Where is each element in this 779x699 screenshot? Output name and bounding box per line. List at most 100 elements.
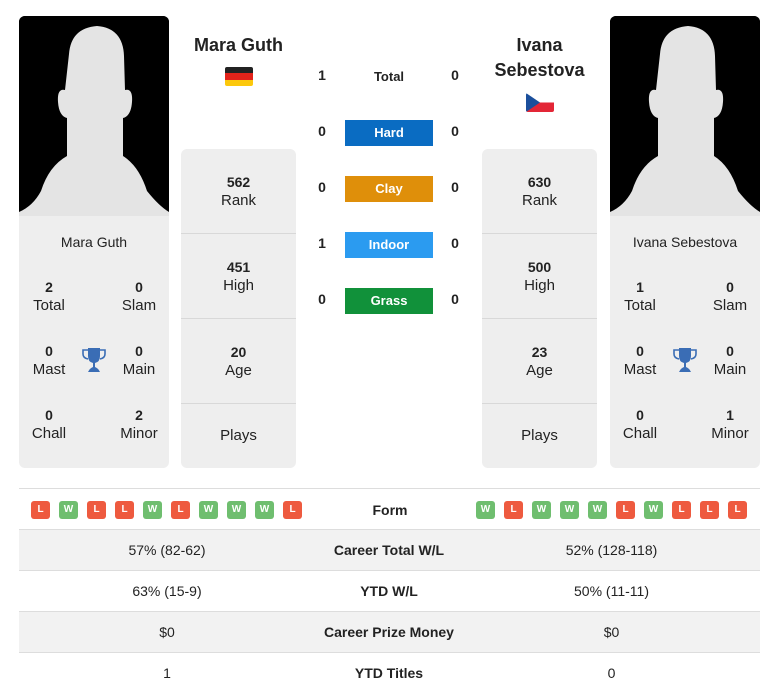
surface-indoor-button[interactable]: Indoor [345, 232, 433, 258]
player2-titles-total: 1 Total [610, 278, 670, 316]
table-row-ytd-titles: 1 YTD Titles 0 [19, 653, 760, 694]
player1-form-badge-win: W [59, 501, 78, 519]
value: 20 [230, 344, 247, 360]
player1-photo [19, 16, 169, 216]
player1-value: 1 [163, 665, 171, 681]
value: 2 [45, 279, 53, 295]
player2-high: 500 High [482, 258, 597, 296]
divider [181, 403, 296, 404]
player2-photo [610, 16, 760, 216]
surface-clay-button[interactable]: Clay [345, 176, 433, 202]
player1-form-badge-win: W [199, 501, 218, 519]
player2-form-badge-loss: L [672, 501, 691, 519]
label: Chall [31, 425, 67, 442]
h2h-grass-p2: 0 [451, 291, 459, 307]
label: Main [713, 361, 747, 378]
surface-hard-button[interactable]: Hard [345, 120, 433, 146]
name-line: Ivana [516, 35, 563, 55]
value: 0 [135, 343, 143, 359]
h2h-hard-p2: 0 [451, 123, 459, 139]
h2h-total-p1: 1 [318, 67, 326, 83]
silhouette-icon [610, 16, 760, 216]
player2-form-badge-win: W [588, 501, 607, 519]
divider [482, 318, 597, 319]
player1-rank: 562 Rank [181, 173, 296, 211]
label: Mast [623, 361, 657, 378]
value: 1 [726, 407, 734, 423]
player2-titles-card: Ivana Sebestova 1 Total 0 Slam 0 Mast 0 … [610, 216, 760, 468]
czech-flag-icon [526, 93, 554, 112]
label: Plays [521, 427, 558, 444]
player1-card-name: Mara Guth [60, 234, 128, 250]
table-row-career-prize-money: $0 Career Prize Money $0 [19, 612, 760, 653]
h2h-total-p2: 0 [451, 67, 459, 83]
player2-titles-main: 0 Main [700, 342, 760, 380]
value: 500 [527, 259, 552, 275]
player2-titles-slam: 0 Slam [700, 278, 760, 316]
player2-stats-column: 630 Rank 500 High 23 Age Plays [482, 149, 597, 468]
player1-form-badge-loss: L [115, 501, 134, 519]
h2h-hard-p1: 0 [318, 123, 326, 139]
player2-plays: Plays [482, 426, 597, 446]
player2-age: 23 Age [482, 343, 597, 381]
player1-form-badge-loss: L [87, 501, 106, 519]
player1-value: $0 [159, 624, 175, 640]
divider [482, 233, 597, 234]
label: Age [526, 362, 553, 379]
surface-grass-button[interactable]: Grass [345, 288, 433, 314]
player2-value: 52% (128-118) [565, 542, 658, 558]
value: 0 [636, 407, 644, 423]
row-label: Career Total W/L [333, 542, 445, 558]
divider [19, 488, 760, 489]
player2-rank: 630 Rank [482, 173, 597, 211]
divider [482, 403, 597, 404]
h2h-total-label: Total [373, 69, 405, 84]
player2-form-badge-win: W [476, 501, 495, 519]
player1-plays: Plays [181, 426, 296, 446]
label: Slam [712, 297, 748, 314]
row-label: Career Prize Money [324, 624, 454, 640]
value: 562 [226, 174, 251, 190]
value: 0 [726, 343, 734, 359]
trophy-icon [673, 348, 697, 372]
value: 451 [226, 259, 251, 275]
player2-titles-chall: 0 Chall [610, 406, 670, 444]
player1-titles-total: 2 Total [19, 278, 79, 316]
player2-value: 50% (11-11) [574, 583, 649, 599]
label: Total [33, 297, 65, 314]
trophy-icon [82, 348, 106, 372]
player1-name-heading[interactable]: Mara Guth [181, 33, 296, 58]
label: High [223, 277, 254, 294]
label: High [524, 277, 555, 294]
label: Minor [711, 425, 749, 442]
h2h-grass-p1: 0 [318, 291, 326, 307]
player1-value: 63% (15-9) [132, 583, 202, 599]
germany-flag-icon [225, 67, 253, 86]
h2h-indoor-p1: 1 [318, 235, 326, 251]
h2h-clay-p1: 0 [318, 179, 326, 195]
player2-form-badge-win: W [560, 501, 579, 519]
player2-form-badge-win: W [644, 501, 663, 519]
player2-form-badge-win: W [532, 501, 551, 519]
player2-form-badge-loss: L [728, 501, 747, 519]
player1-form-badge-win: W [143, 501, 162, 519]
player2-form-badge-loss: L [700, 501, 719, 519]
player1-form-badge-win: W [227, 501, 246, 519]
value: 1 [636, 279, 644, 295]
label: Main [122, 361, 156, 378]
player2-card-name: Ivana Sebestova [632, 234, 738, 250]
player2-value: 0 [607, 665, 616, 681]
player1-titles-main: 0 Main [109, 342, 169, 380]
player2-name-heading[interactable]: Ivana Sebestova [482, 33, 597, 83]
player1-value: 57% (82-62) [128, 542, 206, 558]
player1-high: 451 High [181, 258, 296, 296]
player1-stats-column: 562 Rank 451 High 20 Age Plays [181, 149, 296, 468]
label: Total [624, 297, 656, 314]
row-label: YTD Titles [354, 665, 424, 681]
label: Mast [32, 361, 66, 378]
player1-titles-chall: 0 Chall [19, 406, 79, 444]
table-row-career-total-wl: 57% (82-62) Career Total W/L 52% (128-11… [19, 530, 760, 571]
player2-value: $0 [603, 624, 620, 640]
player2-form-badge-loss: L [504, 501, 523, 519]
player1-titles-minor: 2 Minor [109, 406, 169, 444]
